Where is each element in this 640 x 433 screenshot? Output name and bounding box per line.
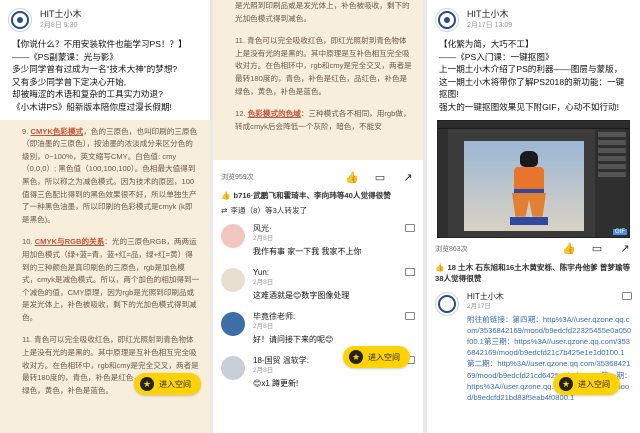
- post-line: 上一期土小木介绍了PS的利器——图层与蒙版，: [439, 64, 623, 75]
- post-header: HIT土小木 2月17日 13:09: [427, 0, 640, 34]
- stats-bar: 浏览863次 👍 ▭ ↗: [427, 238, 640, 260]
- article-image[interactable]: 是光照到印刷品或是发光体上，补色被吸收，剩下的光加色模式得到减色。 11. 青色…: [213, 0, 423, 160]
- enter-space-button[interactable]: ★ 进入空间: [343, 346, 410, 368]
- likes-summary[interactable]: 👍 b716·武鹏飞和霍琦丰、李向玮等40人觉得很赞: [213, 188, 423, 203]
- thumbs-up-icon: 👍: [221, 191, 231, 200]
- post-panel-3: HIT土小木 2月17日 13:09 【化繁为简，大巧不工】 ——《PS入门课：…: [427, 0, 640, 433]
- reply-icon[interactable]: [405, 312, 415, 320]
- photoshop-toolbar: [438, 128, 448, 237]
- post-line: 却被晦涩的术语和复杂的工具实力劝退?: [12, 89, 163, 100]
- post-time: 2月17日 13:09: [467, 22, 513, 29]
- article-paragraph: 10. CMYK与RGB的关系：光的三原色RGB，两两运用加色模式（绿+蓝=青，…: [22, 237, 200, 322]
- share-icon[interactable]: ↗: [618, 242, 632, 256]
- comment-item: 风光· 2月8日 我作有事 家一下我 我家不上你: [213, 218, 423, 262]
- author-name[interactable]: HIT土小木: [467, 8, 512, 20]
- commenter-name[interactable]: 毕竟徐老师:: [253, 312, 415, 322]
- avatar[interactable]: [221, 312, 245, 336]
- avatar[interactable]: [8, 8, 32, 32]
- photoshop-panels: [595, 128, 629, 237]
- star-icon: ★: [140, 377, 154, 391]
- stats-bar: 浏览959次 👍 ▭ ↗: [213, 166, 423, 188]
- like-icon[interactable]: 👍: [345, 170, 359, 184]
- reply-icon[interactable]: [405, 224, 415, 232]
- article-paragraph: 12. 色彩模式的色域：三种模式各不相同，用rgb做，转成cmyk后会降低一个灰…: [235, 109, 411, 131]
- reply-icon[interactable]: [405, 268, 415, 276]
- post-line: 又有多少同学曾下定决心开始,: [12, 76, 127, 87]
- avatar[interactable]: [221, 356, 245, 380]
- commenter-name[interactable]: Yun:: [253, 268, 415, 278]
- comment-text: 好！请问接下来的呢😊: [253, 335, 334, 344]
- comment-item: 毕竟徐老师: 2月8日 好！请问接下来的呢😊: [213, 306, 423, 350]
- post-line: 多少同学曾有过成为一名“技术大神”的梦想?: [12, 64, 178, 75]
- post-line: 强大的一键抠图效果见下附GIF，心动不如行动!: [439, 101, 619, 112]
- comment-time: 2月8日: [253, 323, 274, 330]
- post-text: 【化繁为简，大巧不工】 ——《PS入门课：一键抠图》 上一期土小木介绍了PS的利…: [427, 34, 640, 114]
- post-text: 【你说什么？不用安装软件也能学习PS！？】 ——《PS副蒙课：光与影》 多少同学…: [0, 34, 210, 114]
- share-icon[interactable]: ↗: [401, 170, 415, 184]
- university-seal-icon: [438, 294, 456, 313]
- reply-icon[interactable]: [622, 291, 632, 300]
- author-name[interactable]: HIT土小木: [40, 8, 82, 20]
- post-line: 【化繁为简，大巧不工】: [439, 39, 534, 49]
- comment-icon[interactable]: ▭: [590, 242, 604, 256]
- post-line: 《小木讲PS》船新版本陪你度过漫长假期!: [12, 101, 172, 112]
- comment-text: 我作有事 家一下我 我家不上你: [253, 247, 362, 256]
- post-line: 这一期土小木将带你了解PS2018的新功能：一键抠图!: [439, 76, 625, 100]
- post-panel-2: 是光照到印刷品或是发光体上，补色被吸收，剩下的光加色模式得到减色。 11. 青色…: [213, 0, 423, 433]
- post-line: ——《PS入门课：一键抠图》: [439, 51, 554, 62]
- comment-time: 2月8日: [253, 235, 274, 242]
- view-count: 浏览863次: [435, 245, 468, 253]
- enter-space-button[interactable]: ★ 进入空间: [134, 373, 201, 395]
- comment-time: 2月8日: [253, 279, 274, 286]
- commenter-name[interactable]: HIT土小木: [467, 292, 632, 302]
- like-icon[interactable]: 👍: [562, 242, 576, 256]
- enter-space-button[interactable]: ★ 进入空间: [553, 373, 620, 395]
- forward-summary[interactable]: ⇄ 李通（8）等3人转发了: [213, 203, 423, 218]
- view-count: 浏览959次: [221, 174, 254, 181]
- comment-time: 2月17日: [467, 302, 491, 310]
- university-seal-icon: [438, 11, 456, 29]
- star-icon: ★: [349, 350, 363, 364]
- forward-icon: ⇄: [221, 206, 228, 215]
- avatar[interactable]: [435, 291, 459, 316]
- photoshop-menubar: [438, 120, 629, 129]
- university-seal-icon: [11, 11, 29, 29]
- comment-text: 😊x1 蹲更新!: [253, 379, 299, 388]
- post-header: HIT土小木 2月8日 9:30: [0, 0, 210, 34]
- article-paragraph: 11. 青色可以完全吸收红色，即红光照射到青色物体上是没有光的是黑的。其中原理是…: [235, 36, 412, 96]
- thumbs-up-icon: 👍: [435, 262, 445, 272]
- comment-item: Yun: 2月8日 这难酒就是😊数字图像处理: [213, 262, 423, 306]
- figure-icon: [520, 150, 538, 167]
- comment-icon[interactable]: ▭: [373, 170, 387, 184]
- avatar[interactable]: [435, 8, 459, 32]
- avatar[interactable]: [221, 224, 245, 248]
- gif-image[interactable]: GIF: [437, 119, 630, 238]
- article-paragraph: 是光照到印刷品或是发光体上，补色被吸收，剩下的光加色模式得到减色。: [235, 1, 410, 23]
- likes-summary[interactable]: 👍 18 土木 石东旭和16土木黄安栎、陈宇舟他爹 曾梦瑜等38人觉得很赞: [427, 260, 640, 286]
- post-time: 2月8日 9:30: [40, 22, 78, 29]
- comment-text: 这难酒就是😊数字图像处理: [253, 291, 350, 300]
- photoshop-canvas: [464, 140, 584, 231]
- post-line: ——《PS副蒙课：光与影》: [12, 51, 118, 62]
- gif-badge: GIF: [613, 228, 627, 235]
- post-panel-1: HIT土小木 2月8日 9:30 【你说什么？不用安装软件也能学习PS！？】 —…: [0, 0, 210, 433]
- article-paragraph: 9. CMYK色彩模式，色的三原色，也叫印刷的三原色（即油墨的三原色），按油墨的…: [22, 126, 198, 224]
- commenter-name[interactable]: 风光·: [253, 224, 415, 234]
- star-icon: ★: [559, 377, 573, 391]
- post-line: 【你说什么？不用安装软件也能学习PS！？】: [12, 39, 187, 49]
- avatar[interactable]: [221, 268, 245, 292]
